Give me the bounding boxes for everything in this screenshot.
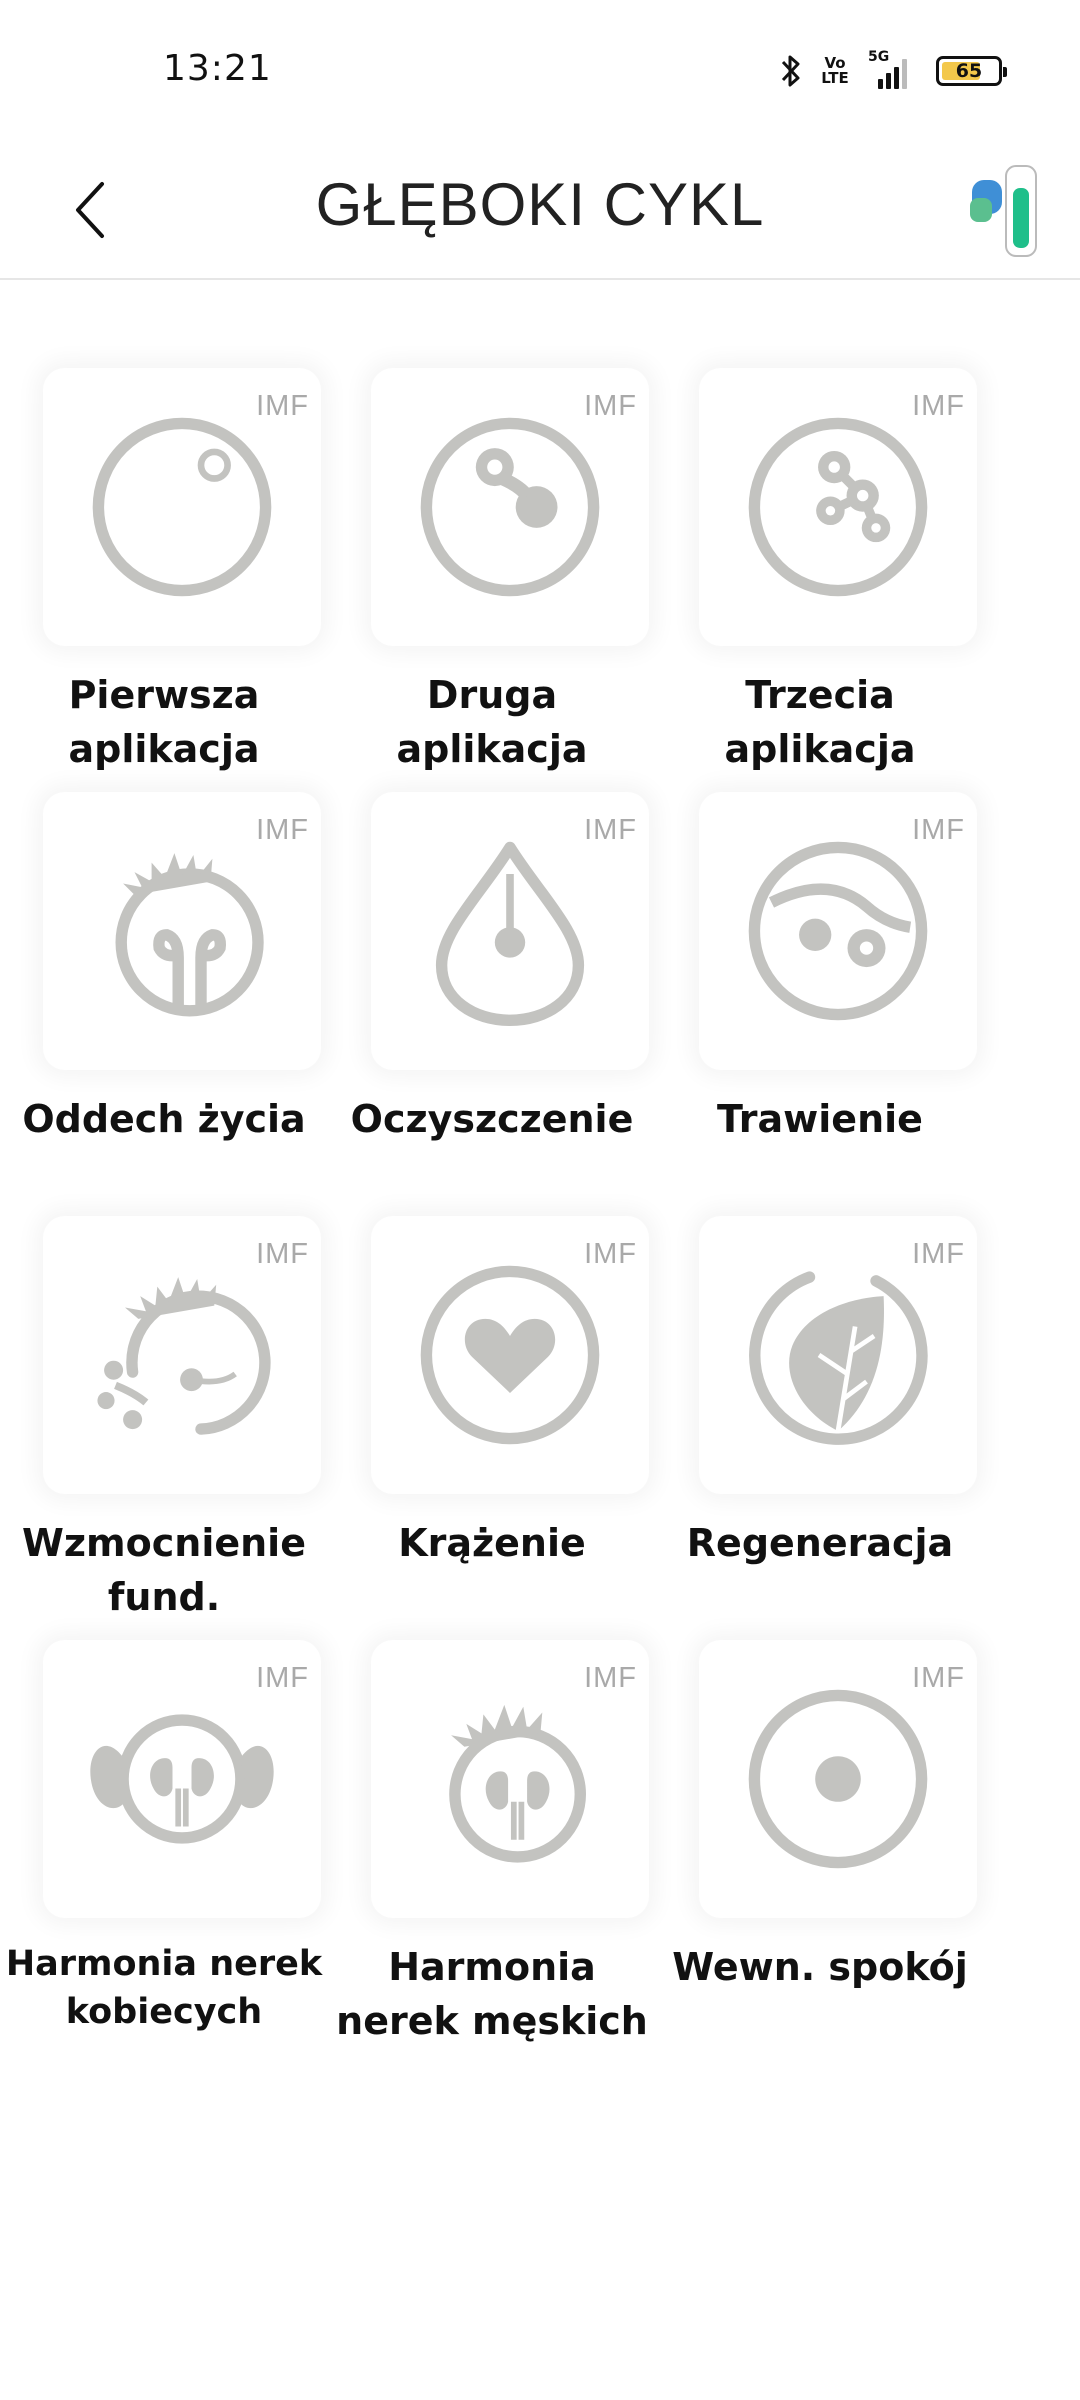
circle-two-cells-icon (420, 417, 600, 597)
program-card-harmonia-nerek-meskich[interactable]: IMF (371, 1640, 649, 1918)
battery-level: 65 (955, 60, 983, 82)
program-card-oddech-zycia[interactable]: IMF (43, 792, 321, 1070)
program-label: Trzecia aplikacja (724, 673, 916, 771)
program-label: Wewn. spokój (672, 1945, 968, 1989)
battery-icon: 65 (936, 56, 1007, 86)
heart-circle-icon (420, 1265, 600, 1445)
program-label: Pierwsza aplikacja (68, 673, 260, 771)
kidneys-female-icon (90, 1714, 274, 1844)
program-card-pierwsza-aplikacja[interactable]: IMF (43, 368, 321, 646)
program-card-druga-aplikacja[interactable]: IMF (371, 368, 649, 646)
program-card-oczyszczenie[interactable]: IMF (371, 792, 649, 1070)
status-time: 13:21 (163, 48, 272, 89)
program-label: Oczyszczenie (350, 1097, 634, 1141)
device-button[interactable] (964, 158, 1044, 268)
program-label: Druga aplikacja (396, 673, 588, 771)
program-card-harmonia-nerek-kobiecych[interactable]: IMF (43, 1640, 321, 1918)
lungs-sun-icon (115, 853, 264, 1017)
spiky-circle-sperm-icon (97, 1277, 271, 1435)
program-card-wewn-spokoj[interactable]: IMF (699, 1640, 977, 1918)
program-label: Krążenie (398, 1521, 586, 1565)
program-label: Wzmocnienie fund. (22, 1521, 306, 1619)
volte-icon: Vo LTE (821, 54, 849, 87)
header: GŁĘBOKI CYKL (0, 140, 1080, 280)
program-card-trawienie[interactable]: IMF (699, 792, 977, 1070)
page-title: GŁĘBOKI CYKL (315, 171, 765, 238)
program-label: Harmonia nerek kobiecych (5, 1944, 323, 2032)
program-label: Trawienie (717, 1097, 923, 1141)
circle-center-dot-icon (748, 1689, 928, 1869)
5g-signal-icon: 5G (868, 49, 916, 89)
program-card-regeneracja[interactable]: IMF (699, 1216, 977, 1494)
program-label: Oddech życia (22, 1097, 306, 1141)
circle-cell-division-icon (748, 417, 928, 597)
circle-with-dot-icon (92, 417, 272, 597)
program-label: Harmonia nerek męskich (336, 1945, 648, 2043)
status-bar: 13:21 Vo LTE 5G 65 (0, 0, 1080, 140)
drop-icon (435, 841, 585, 1026)
program-card-trzecia-aplikacja[interactable]: IMF (699, 368, 977, 646)
program-card-wzmocnienie-fund[interactable]: IMF (43, 1216, 321, 1494)
bluetooth-icon (780, 53, 802, 89)
program-label: Regeneracja (686, 1521, 954, 1565)
kidneys-male-icon (449, 1704, 586, 1863)
digestion-icon (748, 841, 928, 1021)
leaf-circle-icon (749, 1271, 928, 1445)
status-icons: Vo LTE 5G 65 (780, 48, 1007, 94)
network-label: 5G (868, 49, 890, 65)
device-icon (970, 165, 1037, 257)
program-card-krazenie[interactable]: IMF (371, 1216, 649, 1494)
